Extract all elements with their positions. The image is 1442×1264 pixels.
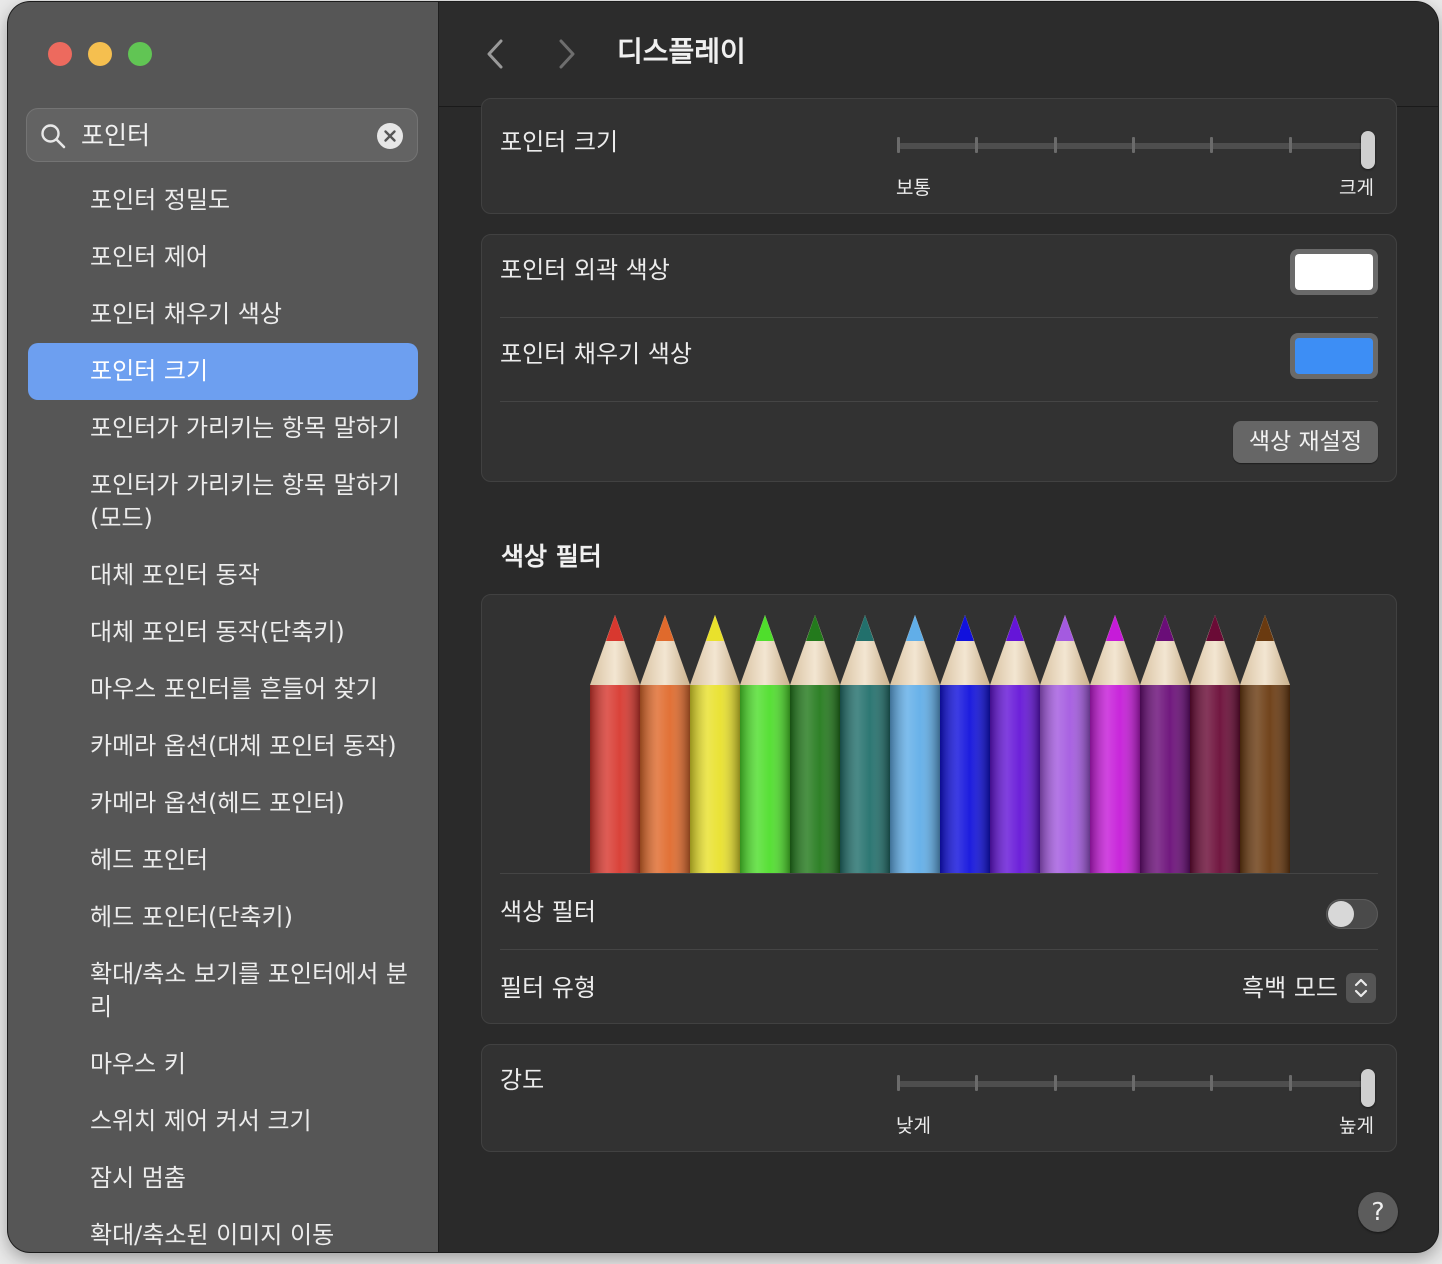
pointer-outline-color-label: 포인터 외곽 색상	[500, 256, 670, 284]
pencil	[1090, 615, 1140, 873]
slider-tick	[1210, 137, 1214, 153]
slider-tick	[1210, 1075, 1214, 1091]
slider-tick	[1132, 1075, 1135, 1091]
search-result-item[interactable]: 포인터가 가리키는 항목 말하기 (모드)	[28, 457, 418, 547]
search-result-item[interactable]: 카메라 옵션(대체 포인터 동작)	[28, 718, 418, 775]
search-result-item[interactable]: 포인터 크기	[28, 343, 418, 400]
search-result-item[interactable]: 대체 포인터 동작	[28, 547, 418, 604]
intensity-label: 강도	[500, 1066, 545, 1094]
filter-type-value: 흑백 모드	[1242, 974, 1338, 1002]
pencil	[640, 615, 690, 873]
divider	[500, 949, 1378, 950]
search-result-item[interactable]: 대체 포인터 동작(단축키)	[28, 604, 418, 661]
pencil	[1240, 615, 1290, 873]
color-filters-card: 색상 필터 필터 유형 흑백 모드	[481, 594, 1397, 1024]
search-result-item[interactable]: 포인터 채우기 색상	[28, 286, 418, 343]
search-input[interactable]: 포인터	[81, 122, 150, 150]
slider-tick	[1053, 1075, 1057, 1091]
pencil	[590, 615, 640, 873]
slider-max-label: 높게	[1339, 1115, 1374, 1137]
divider	[500, 401, 1378, 402]
pointer-size-slider[interactable]: 보통 크게	[896, 131, 1375, 199]
reset-colors-button[interactable]: 색상 재설정	[1232, 421, 1378, 463]
search-result-item[interactable]: 잠시 멈춤	[28, 1150, 418, 1207]
search-result-item[interactable]: 마우스 키	[28, 1036, 418, 1093]
slider-min-label: 보통	[896, 177, 931, 199]
outline-color-swatch	[1295, 254, 1373, 290]
slider-tick	[1288, 137, 1292, 153]
pointer-size-label: 포인터 크기	[500, 128, 619, 156]
pencil	[1040, 615, 1090, 873]
up-down-chevron-icon	[1346, 973, 1376, 1003]
search-result-item[interactable]: 헤드 포인터	[28, 832, 418, 889]
search-field[interactable]: 포인터	[26, 108, 418, 162]
search-result-item[interactable]: 확대/축소 보기를 포인터에서 분리	[28, 946, 418, 1036]
sidebar: 포인터 포인터 정밀도 포인터 제어 포인터 채우기 색상 포인터 크기 포인터가 가리…	[8, 2, 439, 1252]
chevron-left-icon[interactable]	[485, 38, 505, 70]
search-result-item[interactable]: 헤드 포인터(단축키)	[28, 889, 418, 946]
slider-knob[interactable]	[1361, 1069, 1375, 1107]
fill-color-swatch	[1295, 338, 1373, 374]
slider-knob[interactable]	[1361, 131, 1375, 169]
slider-min-label: 낮게	[896, 1115, 931, 1137]
pencil	[790, 615, 840, 873]
divider	[500, 317, 1378, 318]
search-icon	[41, 124, 66, 149]
pointer-fill-color-well[interactable]	[1290, 333, 1378, 379]
toolbar: 디스플레이	[439, 2, 1438, 107]
search-results-list: 포인터 정밀도 포인터 제어 포인터 채우기 색상 포인터 크기 포인터가 가리키는 항…	[28, 172, 418, 1252]
pencil	[840, 615, 890, 873]
slider-tick	[1288, 1075, 1292, 1091]
toggle-knob	[1328, 901, 1354, 927]
intensity-card: 강도 낮게 높게	[481, 1044, 1397, 1152]
pencil	[990, 615, 1040, 873]
divider	[500, 873, 1378, 874]
pointer-outline-color-well[interactable]	[1290, 249, 1378, 295]
intensity-slider[interactable]: 낮게 높게	[896, 1069, 1375, 1137]
filter-type-popup[interactable]: 흑백 모드	[1242, 973, 1376, 1003]
pencil	[890, 615, 940, 873]
clear-search-icon[interactable]	[377, 123, 403, 149]
search-result-item[interactable]: 마우스 포인터를 흔들어 찾기	[28, 661, 418, 718]
color-filters-section-title: 색상 필터	[501, 542, 602, 571]
pencil	[940, 615, 990, 873]
search-result-item[interactable]: 포인터 제어	[28, 229, 418, 286]
slider-max-label: 크게	[1339, 177, 1374, 199]
zoom-button[interactable]	[128, 42, 152, 66]
slider-tick	[897, 1075, 900, 1091]
settings-window: 포인터 포인터 정밀도 포인터 제어 포인터 채우기 색상 포인터 크기 포인터가 가리…	[8, 2, 1438, 1252]
colored-pencils-image	[590, 615, 1290, 873]
close-button[interactable]	[48, 42, 72, 66]
color-filter-toggle[interactable]	[1326, 899, 1378, 929]
main-pane: 디스플레이 포인터 크기 보통 크게 포인터 외곽 색상 포인터 채우기 색상	[439, 2, 1438, 1252]
slider-tick	[1053, 137, 1057, 153]
search-result-item[interactable]: 확대/축소된 이미지 이동	[28, 1207, 418, 1252]
chevron-right-icon[interactable]	[557, 38, 577, 70]
pencil	[1190, 615, 1240, 873]
slider-tick	[975, 1075, 979, 1091]
page-title: 디스플레이	[617, 35, 746, 68]
color-filter-toggle-label: 색상 필터	[500, 898, 596, 926]
slider-tick	[1132, 137, 1135, 153]
pointer-fill-color-label: 포인터 채우기 색상	[500, 340, 692, 368]
pencil	[1140, 615, 1190, 873]
minimize-button[interactable]	[88, 42, 112, 66]
filter-type-label: 필터 유형	[500, 974, 596, 1002]
slider-tick	[975, 137, 979, 153]
search-result-item[interactable]: 포인터가 가리키는 항목 말하기	[28, 400, 418, 457]
window-controls	[48, 42, 152, 66]
search-result-item[interactable]: 카메라 옵션(헤드 포인터)	[28, 775, 418, 832]
pencil	[740, 615, 790, 873]
pointer-size-card: 포인터 크기 보통 크게	[481, 98, 1397, 214]
search-result-item[interactable]: 포인터 정밀도	[28, 172, 418, 229]
pointer-colors-card: 포인터 외곽 색상 포인터 채우기 색상 색상 재설정	[481, 234, 1397, 482]
slider-tick	[897, 137, 900, 153]
search-result-item[interactable]: 스위치 제어 커서 크기	[28, 1093, 418, 1150]
help-button[interactable]: ?	[1358, 1192, 1398, 1232]
pencil	[690, 615, 740, 873]
